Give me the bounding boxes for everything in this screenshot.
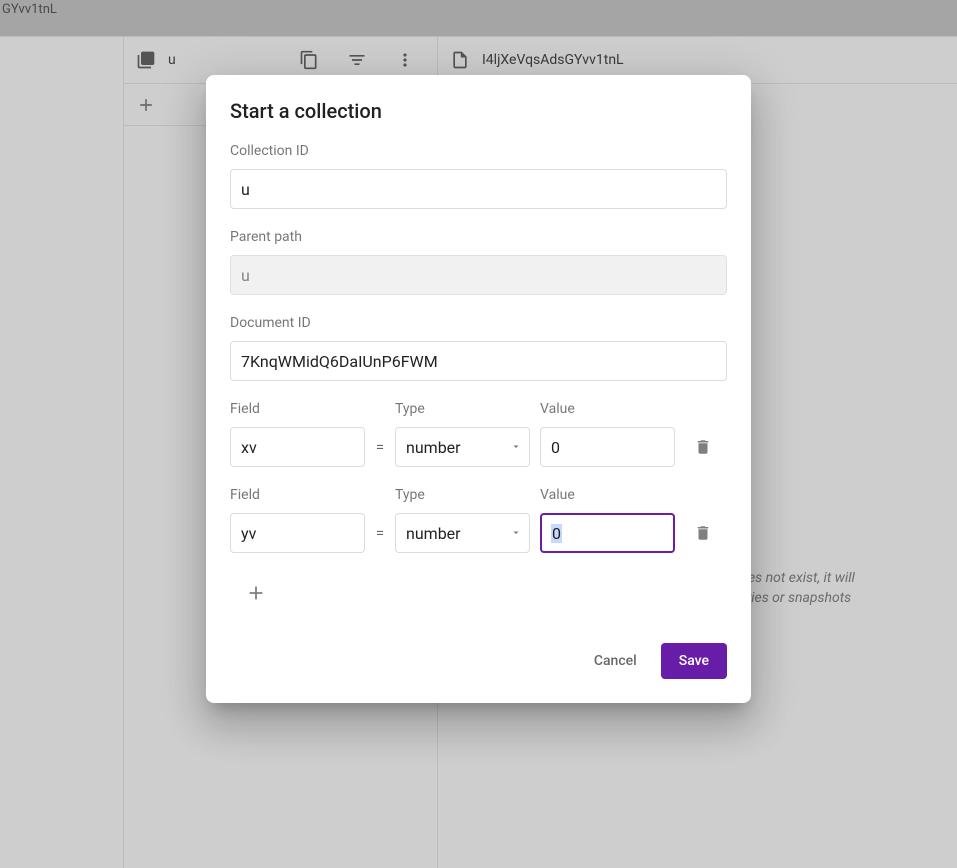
field-label: Field xyxy=(230,487,365,503)
value-label: Value xyxy=(540,487,675,503)
field-name-input[interactable] xyxy=(230,427,365,467)
field-type-select[interactable] xyxy=(395,427,530,467)
field-row: Field = Type Value xyxy=(230,401,727,467)
collection-id-group: Collection ID xyxy=(230,143,727,209)
delete-field-button[interactable] xyxy=(685,513,721,553)
field-value-input[interactable]: 0 xyxy=(540,513,675,553)
value-label: Value xyxy=(540,401,675,417)
equals-sign: = xyxy=(375,427,385,467)
document-id-label: Document ID xyxy=(230,315,727,331)
plus-icon xyxy=(245,582,267,604)
start-collection-dialog: Start a collection Collection ID Parent … xyxy=(206,75,751,703)
field-name-input[interactable] xyxy=(230,513,365,553)
document-id-input[interactable] xyxy=(230,341,727,381)
parent-path-group: Parent path xyxy=(230,229,727,295)
parent-path-label: Parent path xyxy=(230,229,727,245)
cancel-button[interactable]: Cancel xyxy=(578,643,653,679)
field-value-input[interactable] xyxy=(540,427,675,467)
field-type-select[interactable] xyxy=(395,513,530,553)
type-label: Type xyxy=(395,487,530,503)
collection-id-label: Collection ID xyxy=(230,143,727,159)
trash-icon xyxy=(694,524,712,542)
modal-overlay: Start a collection Collection ID Parent … xyxy=(0,0,957,868)
add-field-button[interactable] xyxy=(236,573,276,613)
type-label: Type xyxy=(395,401,530,417)
collection-id-input[interactable] xyxy=(230,169,727,209)
dialog-actions: Cancel Save xyxy=(230,643,727,679)
save-button[interactable]: Save xyxy=(661,643,727,679)
field-row: Field = Type Value 0 xyxy=(230,487,727,553)
field-label: Field xyxy=(230,401,365,417)
dialog-title: Start a collection xyxy=(230,99,727,123)
trash-icon xyxy=(694,438,712,456)
delete-field-button[interactable] xyxy=(685,427,721,467)
equals-sign: = xyxy=(375,513,385,553)
document-id-group: Document ID xyxy=(230,315,727,381)
parent-path-input xyxy=(230,255,727,295)
